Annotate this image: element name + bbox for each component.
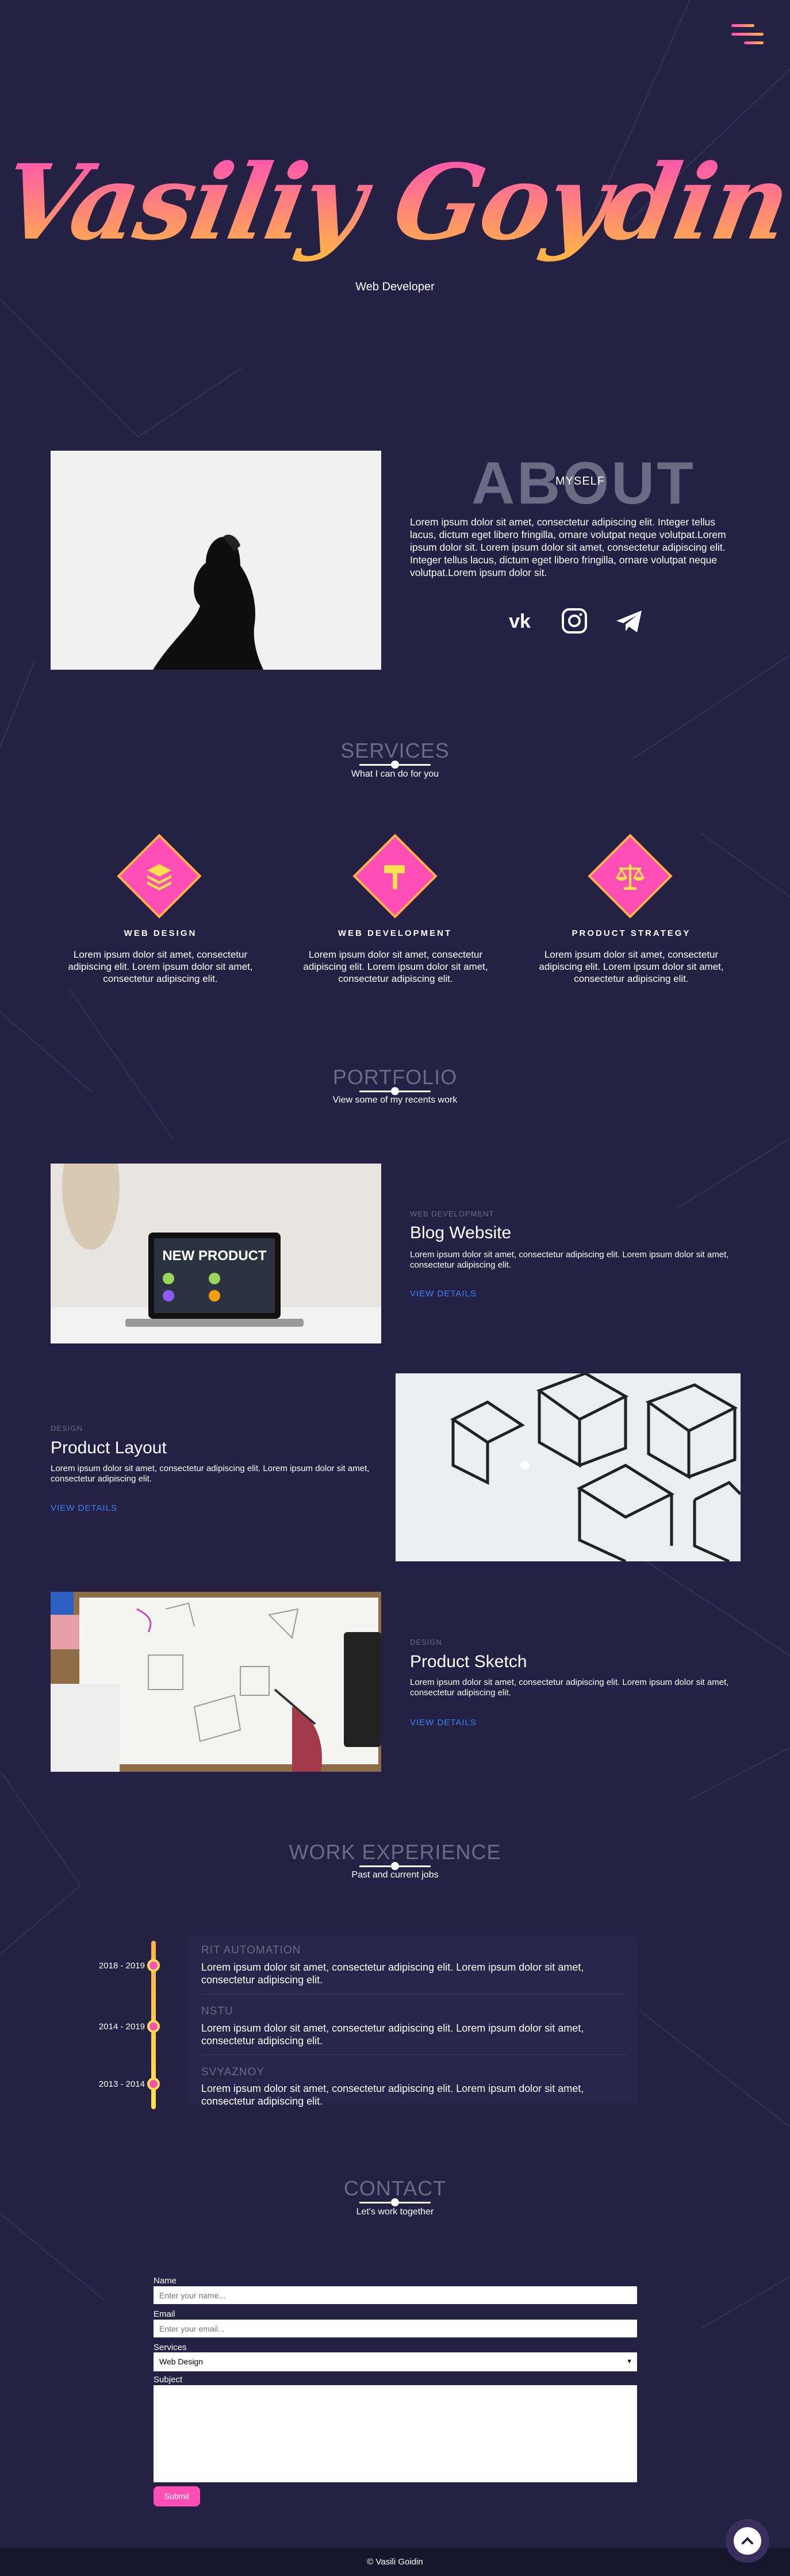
section-divider-dot — [391, 761, 399, 769]
portfolio-image-blog[interactable]: NEW PRODUCT — [51, 1164, 381, 1343]
work-date: 2014 - 2019 — [98, 2022, 145, 2032]
portfolio-category: DESIGN — [51, 1424, 83, 1433]
work-date: 2013 - 2014 — [98, 2079, 145, 2089]
menu-button[interactable] — [731, 24, 764, 51]
portfolio-image-sketch[interactable] — [51, 1592, 381, 1772]
menu-line — [731, 24, 754, 27]
portfolio-category: WEB DEVELOPMENT — [410, 1210, 494, 1218]
email-input[interactable] — [154, 2320, 637, 2337]
contact-subtitle: Let's work together — [356, 2207, 434, 2217]
svg-text:vk: vk — [509, 611, 531, 632]
services-select-value: Web Design — [159, 2357, 204, 2366]
portfolio-image-text: NEW PRODUCT — [162, 1248, 267, 1264]
instagram-icon[interactable] — [559, 607, 591, 636]
work-subtitle: Past and current jobs — [351, 1870, 439, 1880]
portfolio-image-layout[interactable] — [396, 1373, 741, 1561]
work-text: Lorem ipsum dolor sit amet, consectetur … — [201, 2083, 584, 2107]
view-details-link[interactable]: VIEW DETAILS — [51, 1503, 117, 1513]
footer-copyright: © Vasili Goidin — [367, 2557, 423, 2567]
view-details-link[interactable]: VIEW DETAILS — [410, 1289, 477, 1299]
menu-line — [744, 41, 764, 44]
hero-name: Vasiliy Goydin — [0, 137, 790, 269]
timeline-dot — [147, 2020, 160, 2033]
services-label: Services — [154, 2343, 187, 2352]
hammer-icon — [375, 856, 415, 896]
subject-label: Subject — [154, 2375, 183, 2385]
service-name: PRODUCT STRATEGY — [572, 928, 691, 938]
work-date: 2018 - 2019 — [98, 1961, 145, 1971]
services-subtitle: What I can do for you — [351, 769, 439, 779]
work-text: Lorem ipsum dolor sit amet, consectetur … — [201, 2022, 584, 2047]
chevron-down-icon: ▼ — [626, 2358, 632, 2365]
service-text: Lorem ipsum dolor sit amet, consectetur … — [539, 949, 724, 984]
service-name: WEB DEVELOPMENT — [338, 928, 452, 938]
telegram-icon[interactable] — [614, 607, 646, 636]
section-divider-dot — [391, 2198, 399, 2206]
hero-role: Web Developer — [355, 281, 435, 293]
about-text: Lorem ipsum dolor sit amet, consectetur … — [410, 516, 726, 578]
view-details-link[interactable]: VIEW DETAILS — [410, 1718, 477, 1727]
timeline-dot — [147, 2078, 160, 2090]
portfolio-subtitle: View some of my recents work — [332, 1095, 458, 1105]
subject-textarea[interactable] — [154, 2385, 637, 2482]
portfolio-title-sketch: Product Sketch — [410, 1652, 527, 1671]
portfolio-title-blog: Blog Website — [410, 1223, 512, 1242]
portfolio-title-layout: Product Layout — [51, 1438, 167, 1457]
footer: © Vasili Goidin — [0, 2548, 790, 2576]
service-text: Lorem ipsum dolor sit amet, consectetur … — [68, 949, 253, 984]
email-label: Email — [154, 2309, 175, 2319]
chevron-up-icon — [742, 2537, 753, 2544]
work-company: RIT AUTOMATION — [201, 1944, 301, 1956]
name-label: Name — [154, 2276, 177, 2286]
work-company: SVYAZNOY — [201, 2066, 265, 2078]
portfolio-category: DESIGN — [410, 1638, 442, 1646]
section-divider-dot — [391, 1087, 399, 1095]
scroll-to-top-inner — [734, 2527, 761, 2555]
timeline-dot — [147, 1959, 160, 1972]
portfolio-text: Lorem ipsum dolor sit amet, consectetur … — [51, 1464, 370, 1484]
services-select[interactable]: Web Design ▼ — [154, 2352, 637, 2371]
scroll-to-top-button[interactable] — [726, 2519, 769, 2563]
about-subtitle: MYSELF — [555, 475, 605, 487]
service-name: WEB DESIGN — [124, 928, 197, 938]
name-input[interactable] — [154, 2286, 637, 2304]
menu-line — [731, 33, 764, 36]
section-divider-dot — [391, 1862, 399, 1870]
submit-button[interactable]: Submit — [154, 2486, 200, 2506]
vk-icon[interactable]: vk — [504, 607, 536, 636]
work-title: WORK EXPERIENCE — [289, 1840, 501, 1864]
portfolio-text: Lorem ipsum dolor sit amet, consectetur … — [410, 1677, 729, 1698]
contact-title: CONTACT — [343, 2176, 447, 2200]
service-text: Lorem ipsum dolor sit amet, consectetur … — [303, 949, 488, 984]
work-company: NSTU — [201, 2005, 233, 2017]
services-title: SERVICES — [340, 739, 450, 762]
portfolio-title: PORTFOLIO — [332, 1065, 458, 1089]
work-text: Lorem ipsum dolor sit amet, consectetur … — [201, 1961, 584, 1986]
balance-scale-icon — [610, 856, 650, 896]
about-photo — [51, 451, 381, 670]
layers-icon — [139, 856, 179, 896]
portfolio-text: Lorem ipsum dolor sit amet, consectetur … — [410, 1250, 729, 1270]
